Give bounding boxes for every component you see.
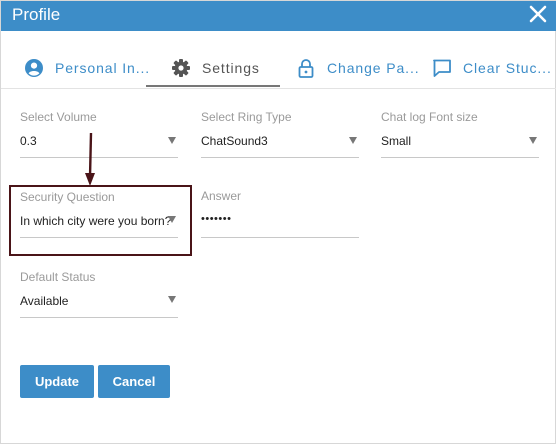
dialog-title: Profile bbox=[12, 5, 61, 24]
close-icon[interactable] bbox=[528, 4, 548, 24]
chevron-down-icon bbox=[168, 296, 176, 303]
default-status-value: Available bbox=[20, 294, 69, 308]
field-underline bbox=[201, 157, 359, 158]
volume-select[interactable]: Select Volume 0.3 bbox=[20, 110, 178, 158]
tab-bar: Personal In... Settings Change Pa... Cle… bbox=[1, 47, 556, 89]
dialog-titlebar: Profile bbox=[1, 1, 556, 31]
font-size-value: Small bbox=[381, 134, 412, 148]
annotation-arrow-icon bbox=[85, 132, 95, 186]
volume-value: 0.3 bbox=[20, 134, 37, 148]
tab-label: Change Pa... bbox=[327, 60, 420, 76]
ring-type-select[interactable]: Select Ring Type ChatSound3 bbox=[201, 110, 359, 158]
answer-value: ••••••• bbox=[201, 213, 232, 225]
answer-input[interactable]: Answer ••••••• bbox=[201, 189, 359, 238]
field-underline bbox=[20, 317, 178, 318]
ring-type-value: ChatSound3 bbox=[201, 134, 268, 148]
annotation-highlight-box bbox=[9, 185, 192, 256]
tab-settings[interactable]: Settings bbox=[171, 47, 260, 89]
tab-label: Clear Stuc... bbox=[463, 60, 552, 76]
chat-icon bbox=[432, 58, 452, 78]
cancel-button[interactable]: Cancel bbox=[98, 365, 170, 398]
tab-label: Personal In... bbox=[55, 60, 151, 76]
lock-icon bbox=[296, 58, 316, 78]
tab-label: Settings bbox=[202, 60, 260, 76]
gear-icon bbox=[171, 58, 191, 78]
font-size-select[interactable]: Chat log Font size Small bbox=[381, 110, 539, 158]
chevron-down-icon bbox=[349, 137, 357, 144]
chevron-down-icon bbox=[529, 137, 537, 144]
default-status-select[interactable]: Default Status Available bbox=[20, 270, 178, 318]
user-circle-icon bbox=[24, 58, 44, 78]
profile-dialog: Profile Personal In... Settings Change P… bbox=[0, 0, 556, 444]
answer-label: Answer bbox=[201, 189, 242, 203]
field-underline bbox=[201, 237, 359, 238]
tab-change-password[interactable]: Change Pa... bbox=[296, 47, 420, 89]
font-size-label: Chat log Font size bbox=[381, 110, 478, 124]
update-button[interactable]: Update bbox=[20, 365, 94, 398]
ring-type-label: Select Ring Type bbox=[201, 110, 292, 124]
volume-label: Select Volume bbox=[20, 110, 97, 124]
tab-clear-stuck[interactable]: Clear Stuc... bbox=[432, 47, 552, 89]
tab-personal-info[interactable]: Personal In... bbox=[24, 47, 150, 89]
active-tab-indicator bbox=[146, 85, 280, 87]
chevron-down-icon bbox=[168, 137, 176, 144]
default-status-label: Default Status bbox=[20, 270, 96, 284]
field-underline bbox=[381, 157, 539, 158]
